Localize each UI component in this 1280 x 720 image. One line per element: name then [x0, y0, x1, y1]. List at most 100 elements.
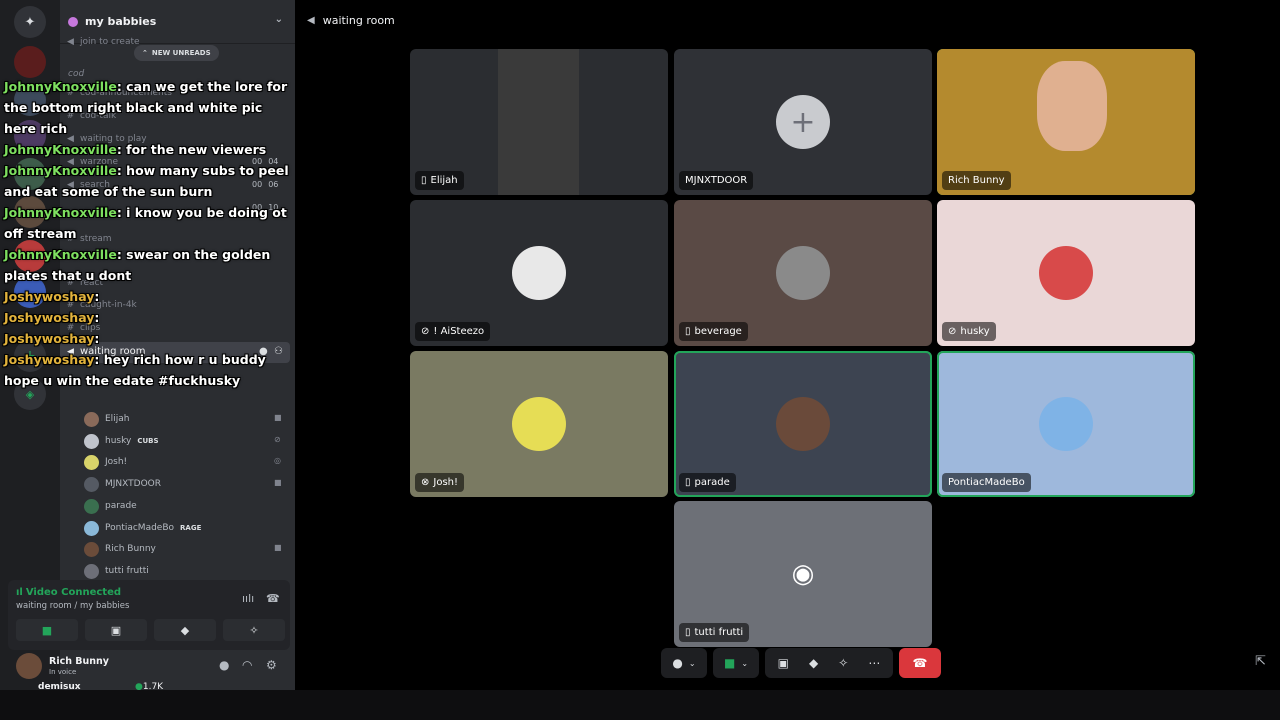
soundboard-icon[interactable]: ✧ [838, 656, 848, 670]
avatar [84, 520, 99, 536]
avatar [512, 397, 566, 451]
participant-label: PontiacMadeBo [942, 473, 1031, 492]
chat-separator: : [94, 310, 100, 325]
avatar [84, 541, 99, 557]
voice-connection-panel: ıl Video Connected waiting room / my babb… [8, 580, 290, 650]
voice-status[interactable]: ıl Video Connected [16, 587, 121, 598]
mobile-icon: ▯ [685, 627, 691, 638]
participant-label: ▯ beverage [679, 322, 748, 341]
participant-label: MJNXTDOOR [679, 171, 754, 190]
participant-tile[interactable]: ▯ beverage [674, 200, 932, 346]
participant-tile[interactable]: + MJNXTDOOR [674, 49, 932, 195]
participant-name: Josh! [433, 477, 459, 488]
page-title-text: waiting room [322, 14, 395, 27]
member-item[interactable]: Rich Bunny [84, 540, 156, 558]
member-tag: RAGE [180, 524, 202, 532]
participant-tile[interactable]: ◉ ▯ tutti frutti [674, 501, 932, 647]
participant-tile[interactable]: Rich Bunny [937, 49, 1195, 195]
screen-share-button[interactable]: ▣ [85, 619, 147, 641]
disconnect-icon[interactable]: ☎ [266, 592, 280, 605]
participant-tile[interactable]: ⊗ Josh! [410, 351, 668, 497]
participant-tile[interactable]: ⊘! AiSteezo [410, 200, 668, 346]
stream-chat-overlay: JohnnyKnoxville: can we get the lore for… [4, 76, 294, 391]
member-name: PontiacMadeBo [105, 523, 175, 533]
discord-logo-icon: ◉ [791, 559, 815, 589]
participant-tile[interactable]: PontiacMadeBo [937, 351, 1195, 497]
member-item[interactable]: tutti frutti [84, 562, 149, 580]
soundboard-icon: ✧ [249, 623, 259, 637]
new-unreads-pill[interactable]: ⌃ NEW UNREADS [134, 45, 219, 61]
camera-icon: ■ [274, 413, 282, 422]
chat-username: JohnnyKnoxville [4, 247, 117, 262]
participant-label: ▯ Elijah [415, 171, 464, 190]
camera-icon: ■ [723, 656, 736, 670]
chat-message: JohnnyKnoxville: swear on the golden pla… [4, 244, 294, 286]
more-options-icon[interactable]: ⋯ [868, 656, 880, 670]
participant-label: Rich Bunny [942, 171, 1011, 190]
camera-icon: ■ [41, 623, 53, 637]
mobile-icon: ▯ [685, 477, 691, 488]
camera-toggle-button[interactable]: ■ ⌄ [713, 648, 759, 678]
member-item[interactable]: husky CUBS [84, 432, 159, 450]
member-name: tutti frutti [105, 566, 149, 576]
discord-home-icon[interactable]: ✦ [14, 6, 46, 38]
member-item[interactable]: Elijah [84, 410, 129, 428]
chat-separator: : [116, 247, 127, 262]
microphone-icon: ● [672, 656, 683, 670]
avatar [512, 246, 566, 300]
avatar[interactable] [16, 653, 42, 679]
member-item[interactable]: PontiacMadeBo RAGE [84, 519, 201, 537]
participant-name: Elijah [430, 175, 458, 186]
participant-tile[interactable]: ▯ Elijah [410, 49, 668, 195]
gamepad-icon[interactable]: ◆ [809, 656, 818, 670]
screen-share-icon[interactable]: ▣ [778, 656, 789, 670]
member-item[interactable]: Josh! [84, 453, 127, 471]
participant-tile[interactable]: ⊘ husky [937, 200, 1195, 346]
chat-separator: : [116, 79, 127, 94]
avatar [1039, 246, 1093, 300]
page-title: ◀ waiting room [307, 14, 395, 27]
call-controls: ● ⌄ ■ ⌄ ▣ ◆ ✧ ⋯ ☎ [661, 648, 941, 678]
gear-icon[interactable]: ⚙ [266, 658, 277, 672]
headphones-icon[interactable]: ◠ [242, 658, 252, 672]
member-name: Elijah [105, 414, 130, 424]
speaker-icon: ◀ [307, 15, 315, 26]
member-item[interactable]: MJNXTDOOR [84, 475, 161, 493]
chevron-down-icon: ⌄ [741, 658, 749, 668]
participant-tile[interactable]: ▯ parade [674, 351, 932, 497]
participant-name: ! AiSteezo [433, 326, 485, 337]
chat-separator: : [116, 205, 127, 220]
chat-message: JohnnyKnoxville: can we get the lore for… [4, 76, 294, 139]
member-name: husky [105, 436, 132, 446]
microphone-icon[interactable]: ● [219, 658, 229, 672]
member-item[interactable]: parade [84, 497, 137, 515]
voice-location[interactable]: waiting room / my babbies [16, 601, 129, 611]
avatar [776, 246, 830, 300]
leave-call-button[interactable]: ☎ [899, 648, 941, 678]
user-panel: Rich Bunny In voice ● ◠ ⚙ [8, 650, 290, 684]
popout-icon[interactable]: ⇱ [1255, 654, 1266, 669]
avatar [84, 476, 99, 492]
chevron-down-icon[interactable]: ⌄ [275, 14, 283, 25]
chat-separator: : [116, 163, 127, 178]
soundboard-button[interactable]: ✧ [223, 619, 285, 641]
server-icon[interactable] [14, 46, 46, 78]
avatar [776, 397, 830, 451]
noise-suppression-icon[interactable]: ıılı [242, 592, 254, 605]
signal-icon: ıl [16, 587, 23, 598]
xbox-icon: ◎ [274, 456, 281, 465]
participant-label: ⊘! AiSteezo [415, 322, 491, 341]
camera-icon: ■ [274, 478, 282, 487]
chat-text: for the new viewers [126, 142, 267, 157]
user-name[interactable]: Rich Bunny [49, 656, 109, 667]
activity-button[interactable]: ◆ [154, 619, 216, 641]
chat-username: JohnnyKnoxville [4, 163, 117, 178]
gamepad-icon: ◆ [180, 623, 190, 637]
camera-button[interactable]: ■ [16, 619, 78, 641]
server-badge-icon [68, 16, 78, 27]
participant-name: tutti frutti [694, 627, 744, 638]
participant-label: ⊘ husky [942, 322, 996, 341]
participant-name: beverage [694, 326, 742, 337]
mute-button[interactable]: ● ⌄ [661, 648, 707, 678]
channel-join-to-create[interactable]: ◀ join to create [66, 37, 140, 47]
